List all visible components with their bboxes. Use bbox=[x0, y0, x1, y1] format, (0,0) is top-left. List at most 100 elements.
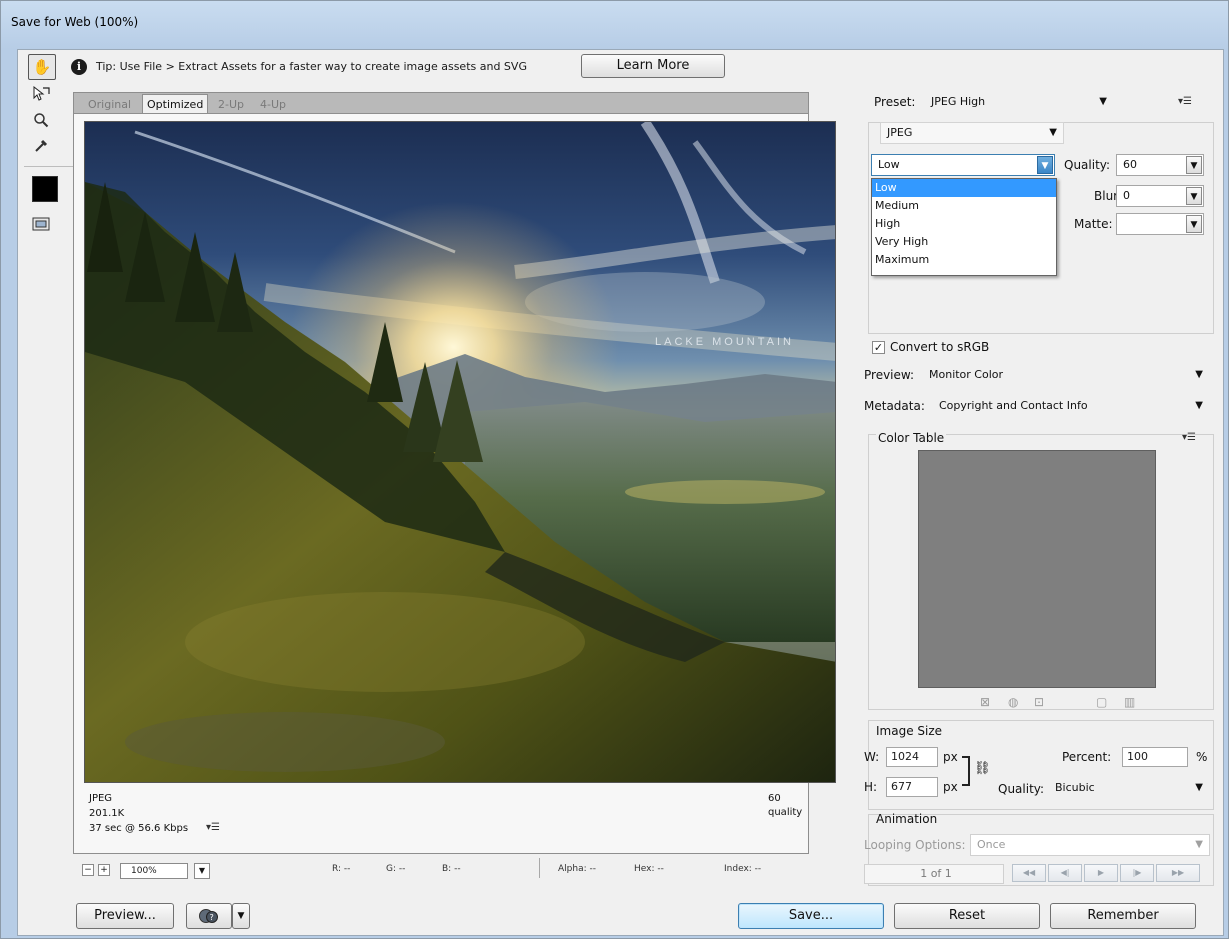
matte-select[interactable]: ▼ bbox=[1116, 213, 1204, 235]
download-speed-menu-icon[interactable]: ▾☰ bbox=[206, 822, 220, 833]
chevron-down-icon: ▼ bbox=[1037, 156, 1053, 174]
convert-srgb-checkbox[interactable]: ✓ bbox=[872, 341, 885, 354]
preview-setting-select[interactable]: Monitor Color ▼ bbox=[922, 364, 1210, 386]
height-label: H: bbox=[864, 780, 878, 794]
preset-select[interactable]: JPEG High ▼ bbox=[924, 91, 1114, 113]
file-format-select[interactable]: JPEG ▼ bbox=[880, 122, 1064, 144]
svg-text:?: ? bbox=[210, 913, 214, 922]
dropdown-option[interactable]: Maximum bbox=[872, 251, 1056, 269]
metadata-label: Metadata: bbox=[864, 399, 925, 413]
zoom-dropdown-button[interactable]: ▼ bbox=[194, 863, 210, 879]
slice-select-tool-icon[interactable] bbox=[28, 82, 54, 106]
preview-in-browser-button[interactable]: ? bbox=[186, 903, 232, 929]
save-button[interactable]: Save... bbox=[738, 903, 884, 929]
chevron-down-icon: ▼ bbox=[1186, 156, 1202, 174]
zoom-level-field[interactable]: 100% bbox=[120, 863, 188, 879]
eyedropper-tool-icon[interactable] bbox=[28, 134, 54, 158]
width-label: W: bbox=[864, 750, 880, 764]
looping-options-select[interactable]: Once ▼ bbox=[970, 834, 1210, 856]
zoom-out-button[interactable]: − bbox=[82, 864, 94, 876]
map-transparency-icon[interactable]: ⊠ bbox=[980, 695, 990, 709]
hand-tool-icon[interactable]: ✋ bbox=[28, 54, 56, 80]
view-tabs: Original Optimized 2-Up 4-Up bbox=[73, 92, 809, 116]
blur-field[interactable]: 0 ▼ bbox=[1116, 185, 1204, 207]
preset-label: Preset: bbox=[874, 95, 916, 109]
percent-label: Percent: bbox=[1062, 750, 1112, 764]
new-color-icon[interactable]: ▢ bbox=[1096, 695, 1107, 709]
metadata-select[interactable]: Copyright and Contact Info ▼ bbox=[932, 395, 1210, 417]
next-frame-button[interactable]: |▶ bbox=[1120, 864, 1154, 882]
resample-quality-value: Bicubic bbox=[1055, 781, 1095, 794]
optimized-image-preview[interactable]: LACKE MOUNTAIN bbox=[84, 121, 836, 783]
dropdown-option[interactable]: Very High bbox=[872, 233, 1056, 251]
width-input[interactable]: 1024 bbox=[886, 747, 938, 767]
preset-value: JPEG High bbox=[931, 95, 986, 108]
last-frame-button[interactable]: ▶▶ bbox=[1156, 864, 1200, 882]
constrain-bracket bbox=[962, 756, 970, 786]
remember-button[interactable]: Remember bbox=[1050, 903, 1196, 929]
color-table-label: Color Table bbox=[876, 431, 947, 445]
readout-r: R: -- bbox=[332, 864, 351, 874]
optimize-menu-icon[interactable]: ▾☰ bbox=[1178, 96, 1192, 107]
dialog-body: ✋ i Tip: Use File > Extract Assets for a… bbox=[17, 49, 1224, 936]
readout-index: Index: -- bbox=[724, 864, 762, 874]
tab-4-up[interactable]: 4-Up bbox=[256, 95, 290, 114]
percent-input[interactable]: 100 bbox=[1122, 747, 1188, 767]
chevron-down-icon: ▼ bbox=[1195, 369, 1203, 380]
preview-setting-label: Preview: bbox=[864, 368, 915, 382]
compression-quality-select[interactable]: Low ▼ bbox=[871, 154, 1055, 176]
chevron-down-icon: ▼ bbox=[1099, 96, 1107, 107]
constrain-proportions-icon[interactable]: ⛓ bbox=[974, 761, 991, 776]
image-file-size: 201.1K bbox=[89, 808, 125, 819]
window-title: Save for Web (100%) bbox=[11, 15, 139, 29]
first-frame-button[interactable]: ◀◀ bbox=[1012, 864, 1046, 882]
readout-hex: Hex: -- bbox=[634, 864, 664, 874]
dropdown-option[interactable]: Medium bbox=[872, 197, 1056, 215]
preview-button[interactable]: Preview... bbox=[76, 903, 174, 929]
readout-g: G: -- bbox=[386, 864, 406, 874]
width-unit: px bbox=[943, 750, 958, 764]
trash-icon[interactable]: ▥ bbox=[1124, 695, 1135, 709]
height-input[interactable]: 677 bbox=[886, 777, 938, 797]
download-time: 37 sec @ 56.6 Kbps bbox=[89, 823, 189, 834]
info-icon: i bbox=[71, 59, 87, 75]
chevron-down-icon: ▼ bbox=[1186, 187, 1202, 205]
frame-counter: 1 of 1 bbox=[864, 864, 1004, 884]
color-table-swatches[interactable] bbox=[918, 450, 1156, 688]
play-animation-button[interactable]: ▶ bbox=[1084, 864, 1118, 882]
tab-original[interactable]: Original bbox=[84, 95, 135, 114]
previous-frame-button[interactable]: ◀| bbox=[1048, 864, 1082, 882]
web-shift-icon[interactable]: ◍ bbox=[1008, 695, 1018, 709]
toolbar-divider bbox=[24, 166, 74, 167]
animation-label: Animation bbox=[876, 812, 938, 826]
dropdown-option[interactable]: Low bbox=[872, 179, 1056, 197]
quality-field[interactable]: 60 ▼ bbox=[1116, 154, 1204, 176]
dropdown-option[interactable]: High bbox=[872, 215, 1056, 233]
zoom-tool-icon[interactable] bbox=[28, 108, 54, 132]
toggle-slices-icon[interactable] bbox=[28, 212, 54, 236]
matte-label: Matte: bbox=[1074, 217, 1113, 231]
preview-setting-value: Monitor Color bbox=[929, 368, 1004, 381]
readout-alpha: Alpha: -- bbox=[558, 864, 596, 874]
status-divider bbox=[539, 858, 540, 878]
chevron-down-icon: ▼ bbox=[1186, 215, 1202, 233]
resample-quality-label: Quality: bbox=[998, 782, 1045, 796]
readout-b: B: -- bbox=[442, 864, 461, 874]
tab-2-up[interactable]: 2-Up bbox=[214, 95, 248, 114]
image-size-label: Image Size bbox=[876, 724, 943, 738]
browser-dropdown-button[interactable]: ▼ bbox=[232, 903, 250, 929]
height-unit: px bbox=[943, 780, 958, 794]
resample-quality-select[interactable]: Bicubic ▼ bbox=[1048, 777, 1210, 799]
file-format-value: JPEG bbox=[887, 126, 913, 139]
blur-value: 0 bbox=[1123, 189, 1130, 202]
chevron-down-icon: ▼ bbox=[1195, 839, 1203, 850]
color-table-menu-icon[interactable]: ▾☰ bbox=[1182, 432, 1196, 443]
zoom-in-button[interactable]: + bbox=[98, 864, 110, 876]
learn-more-button[interactable]: Learn More bbox=[581, 54, 725, 78]
preview-panel: LACKE MOUNTAIN JPEG 201.1K 37 sec @ 56.6… bbox=[73, 113, 836, 854]
eyedropper-color-swatch[interactable] bbox=[32, 176, 58, 202]
lock-color-icon[interactable]: ⊡ bbox=[1034, 695, 1044, 709]
save-for-web-dialog: Save for Web (100%) ✋ i Tip: Use File > … bbox=[0, 0, 1229, 939]
reset-button[interactable]: Reset bbox=[894, 903, 1040, 929]
image-quality-info: 60 quality bbox=[768, 793, 803, 818]
